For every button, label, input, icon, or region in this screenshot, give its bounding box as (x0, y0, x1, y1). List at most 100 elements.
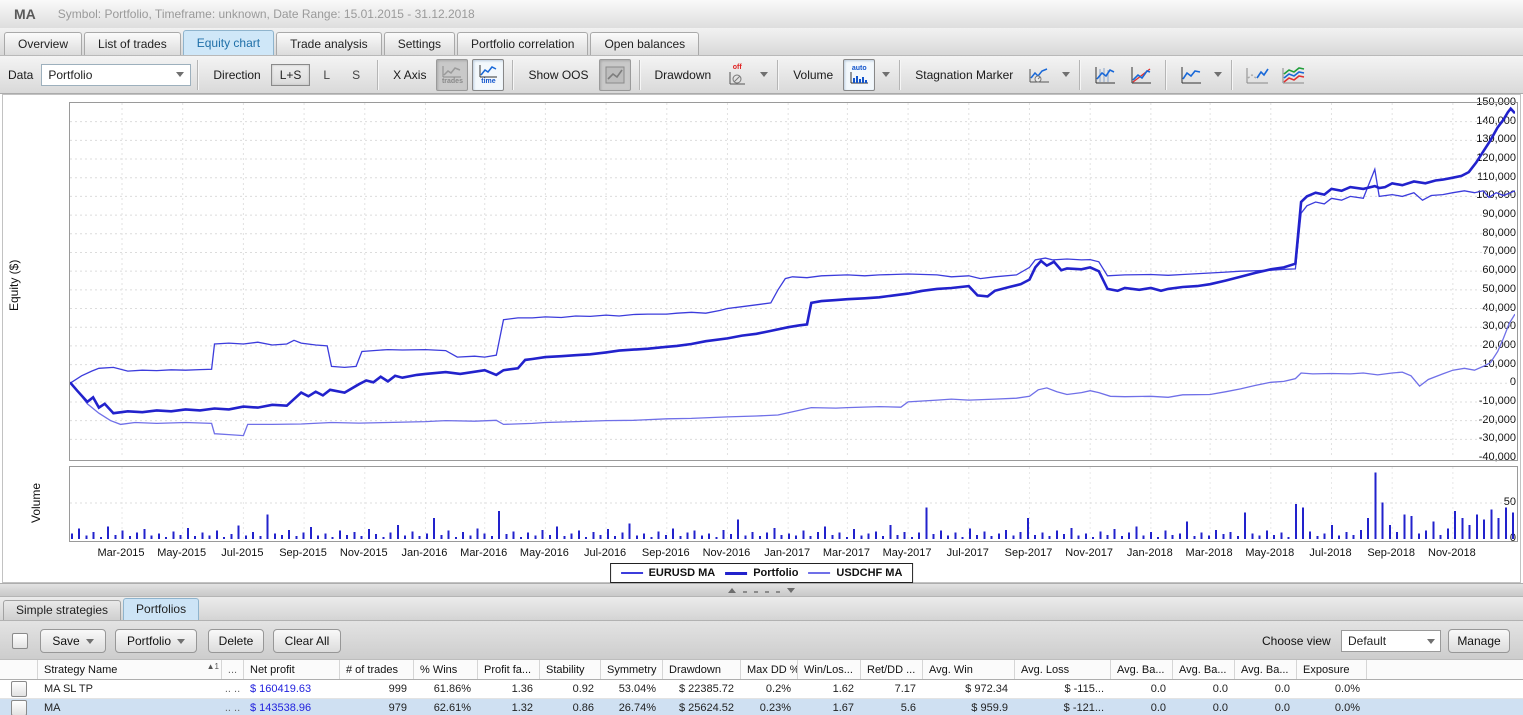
stagnation-marker-label: Stagnation Marker (915, 68, 1013, 82)
volume-label: Volume (793, 68, 833, 82)
legend-label: Portfolio (753, 567, 798, 579)
toolbar-separator (512, 60, 514, 90)
table-header-row: Strategy Name ▲1 ... Net profit # of tra… (0, 660, 1523, 680)
header-pct-wins[interactable]: % Wins (414, 660, 478, 679)
tab-simple-strategies[interactable]: Simple strategies (3, 600, 121, 620)
volume-plot-area[interactable] (69, 466, 1518, 542)
row-checkbox[interactable] (11, 681, 27, 697)
portfolio-button-label: Portfolio (127, 634, 171, 648)
view-select-value: Default (1348, 634, 1386, 648)
equity-plot-area[interactable] (69, 102, 1518, 461)
avg-ba-cell: 0.0 (1235, 699, 1297, 715)
app-window: MA Symbol: Portfolio, Timeframe: unknown… (0, 0, 1523, 715)
data-select[interactable]: Portfolio (41, 64, 191, 86)
row-checkbox[interactable] (11, 700, 27, 715)
collapse-down-icon[interactable] (787, 588, 795, 593)
toolbar-separator (639, 60, 641, 90)
max-dd-cell: 0.2% (741, 680, 798, 698)
x-tick-label: Jul-2017 (936, 547, 1000, 559)
header-avg-ba-3[interactable]: Avg. Ba... (1235, 660, 1297, 679)
equity-line-dropdown-icon[interactable] (1214, 72, 1222, 77)
header-ret-dd[interactable]: Ret/DD ... (861, 660, 923, 679)
tab-overview[interactable]: Overview (4, 32, 82, 55)
trend-line-chart-button[interactable] (1125, 59, 1157, 91)
header-max-dd[interactable]: Max DD % (741, 660, 798, 679)
volume-dropdown-icon[interactable] (882, 72, 890, 77)
direction-l-button[interactable]: L (314, 64, 339, 86)
panel-splitter[interactable] (0, 583, 1523, 597)
header-avg-loss[interactable]: Avg. Loss (1015, 660, 1111, 679)
chart-legend: EURUSD MA Portfolio USDCHF MA (610, 563, 914, 583)
collapse-up-icon[interactable] (728, 588, 736, 593)
save-button[interactable]: Save (40, 629, 106, 653)
profit-factor-cell: 1.32 (478, 699, 540, 715)
header-avg-ba-1[interactable]: Avg. Ba... (1111, 660, 1173, 679)
x-tick-label: May-2017 (875, 547, 939, 559)
portfolio-button[interactable]: Portfolio (115, 629, 197, 653)
header-win-loss[interactable]: Win/Los... (798, 660, 861, 679)
net-profit-cell[interactable]: $ 143538.96 (244, 699, 340, 715)
header-net-profit[interactable]: Net profit (244, 660, 340, 679)
drawdown-button[interactable]: off (721, 59, 753, 91)
x-tick-label: Mar-2015 (89, 547, 153, 559)
net-profit-cell[interactable]: $ 160419.63 (244, 680, 340, 698)
volume-button[interactable]: auto (843, 59, 875, 91)
oos-compare-chart-button[interactable] (1241, 59, 1273, 91)
tab-portfolio-correlation[interactable]: Portfolio correlation (457, 32, 588, 55)
win-loss-cell: 1.62 (798, 680, 861, 698)
x-tick-label: Nov-2017 (1057, 547, 1121, 559)
x-tick-label: Nov-2018 (1420, 547, 1484, 559)
balance-bars-chart-button[interactable] (1089, 59, 1121, 91)
balance-bars-chart-icon (1094, 66, 1116, 84)
header-num-trades[interactable]: # of trades (340, 660, 414, 679)
show-oos-label: Show OOS (528, 68, 588, 82)
stagnation-marker-button[interactable] (1023, 59, 1055, 91)
exposure-cell: 0.0% (1297, 699, 1367, 715)
legend-item-portfolio: Portfolio (725, 567, 798, 579)
header-avg-ba-2[interactable]: Avg. Ba... (1173, 660, 1235, 679)
manage-button-label: Manage (1457, 634, 1500, 648)
tab-trade-analysis[interactable]: Trade analysis (276, 32, 382, 55)
chevron-down-icon (1427, 639, 1435, 644)
tab-open-balances[interactable]: Open balances (590, 32, 699, 55)
delete-button[interactable]: Delete (208, 629, 264, 653)
drawdown-dropdown-icon[interactable] (760, 72, 768, 77)
volume-bars (70, 467, 1515, 539)
header-strategy-name[interactable]: Strategy Name ▲1 (38, 660, 222, 679)
direction-ls-button[interactable]: L+S (271, 64, 311, 86)
table-row[interactable]: MA SL TP .. .. $ 160419.63 999 61.86% 1.… (0, 680, 1523, 699)
header-exposure[interactable]: Exposure (1297, 660, 1367, 679)
stagnation-dropdown-icon[interactable] (1062, 72, 1070, 77)
x-axis-trades-button[interactable]: trades (436, 59, 468, 91)
show-oos-button[interactable] (599, 59, 631, 91)
x-tick-label: Nov-2015 (332, 547, 396, 559)
tab-list-of-trades[interactable]: List of trades (84, 32, 181, 55)
usdchf-line-swatch-icon (808, 572, 830, 574)
manage-button[interactable]: Manage (1448, 629, 1510, 653)
splitter-grip-icon (754, 588, 758, 593)
equity-line-chart-button[interactable] (1175, 59, 1207, 91)
x-axis-time-button[interactable]: time (472, 59, 504, 91)
header-avg-win[interactable]: Avg. Win (923, 660, 1015, 679)
stability-cell: 0.86 (540, 699, 601, 715)
x-tick-label: Mar-2018 (1177, 547, 1241, 559)
table-row-selected[interactable]: MA .. .. $ 143538.96 979 62.61% 1.32 0.8… (0, 699, 1523, 715)
tab-settings[interactable]: Settings (384, 32, 455, 55)
portfolio-line-swatch-icon (725, 572, 747, 575)
toolbar-separator (777, 60, 779, 90)
header-drawdown[interactable]: Drawdown (663, 660, 741, 679)
direction-s-button[interactable]: S (343, 64, 369, 86)
header-symmetry[interactable]: Symmetry (601, 660, 663, 679)
avg-ba-cell: 0.0 (1173, 699, 1235, 715)
symmetry-cell: 53.04% (601, 680, 663, 698)
header-profit-factor[interactable]: Profit fa... (478, 660, 540, 679)
header-ellipsis[interactable]: ... (222, 660, 244, 679)
header-stability[interactable]: Stability (540, 660, 601, 679)
strategy-name-cell: MA SL TP (38, 680, 222, 698)
tab-portfolios[interactable]: Portfolios (123, 598, 199, 620)
tab-equity-chart[interactable]: Equity chart (183, 30, 274, 55)
view-select[interactable]: Default (1341, 630, 1441, 652)
clear-all-button[interactable]: Clear All (273, 629, 341, 653)
select-all-checkbox[interactable] (12, 633, 28, 649)
multi-curve-chart-button[interactable] (1277, 59, 1309, 91)
